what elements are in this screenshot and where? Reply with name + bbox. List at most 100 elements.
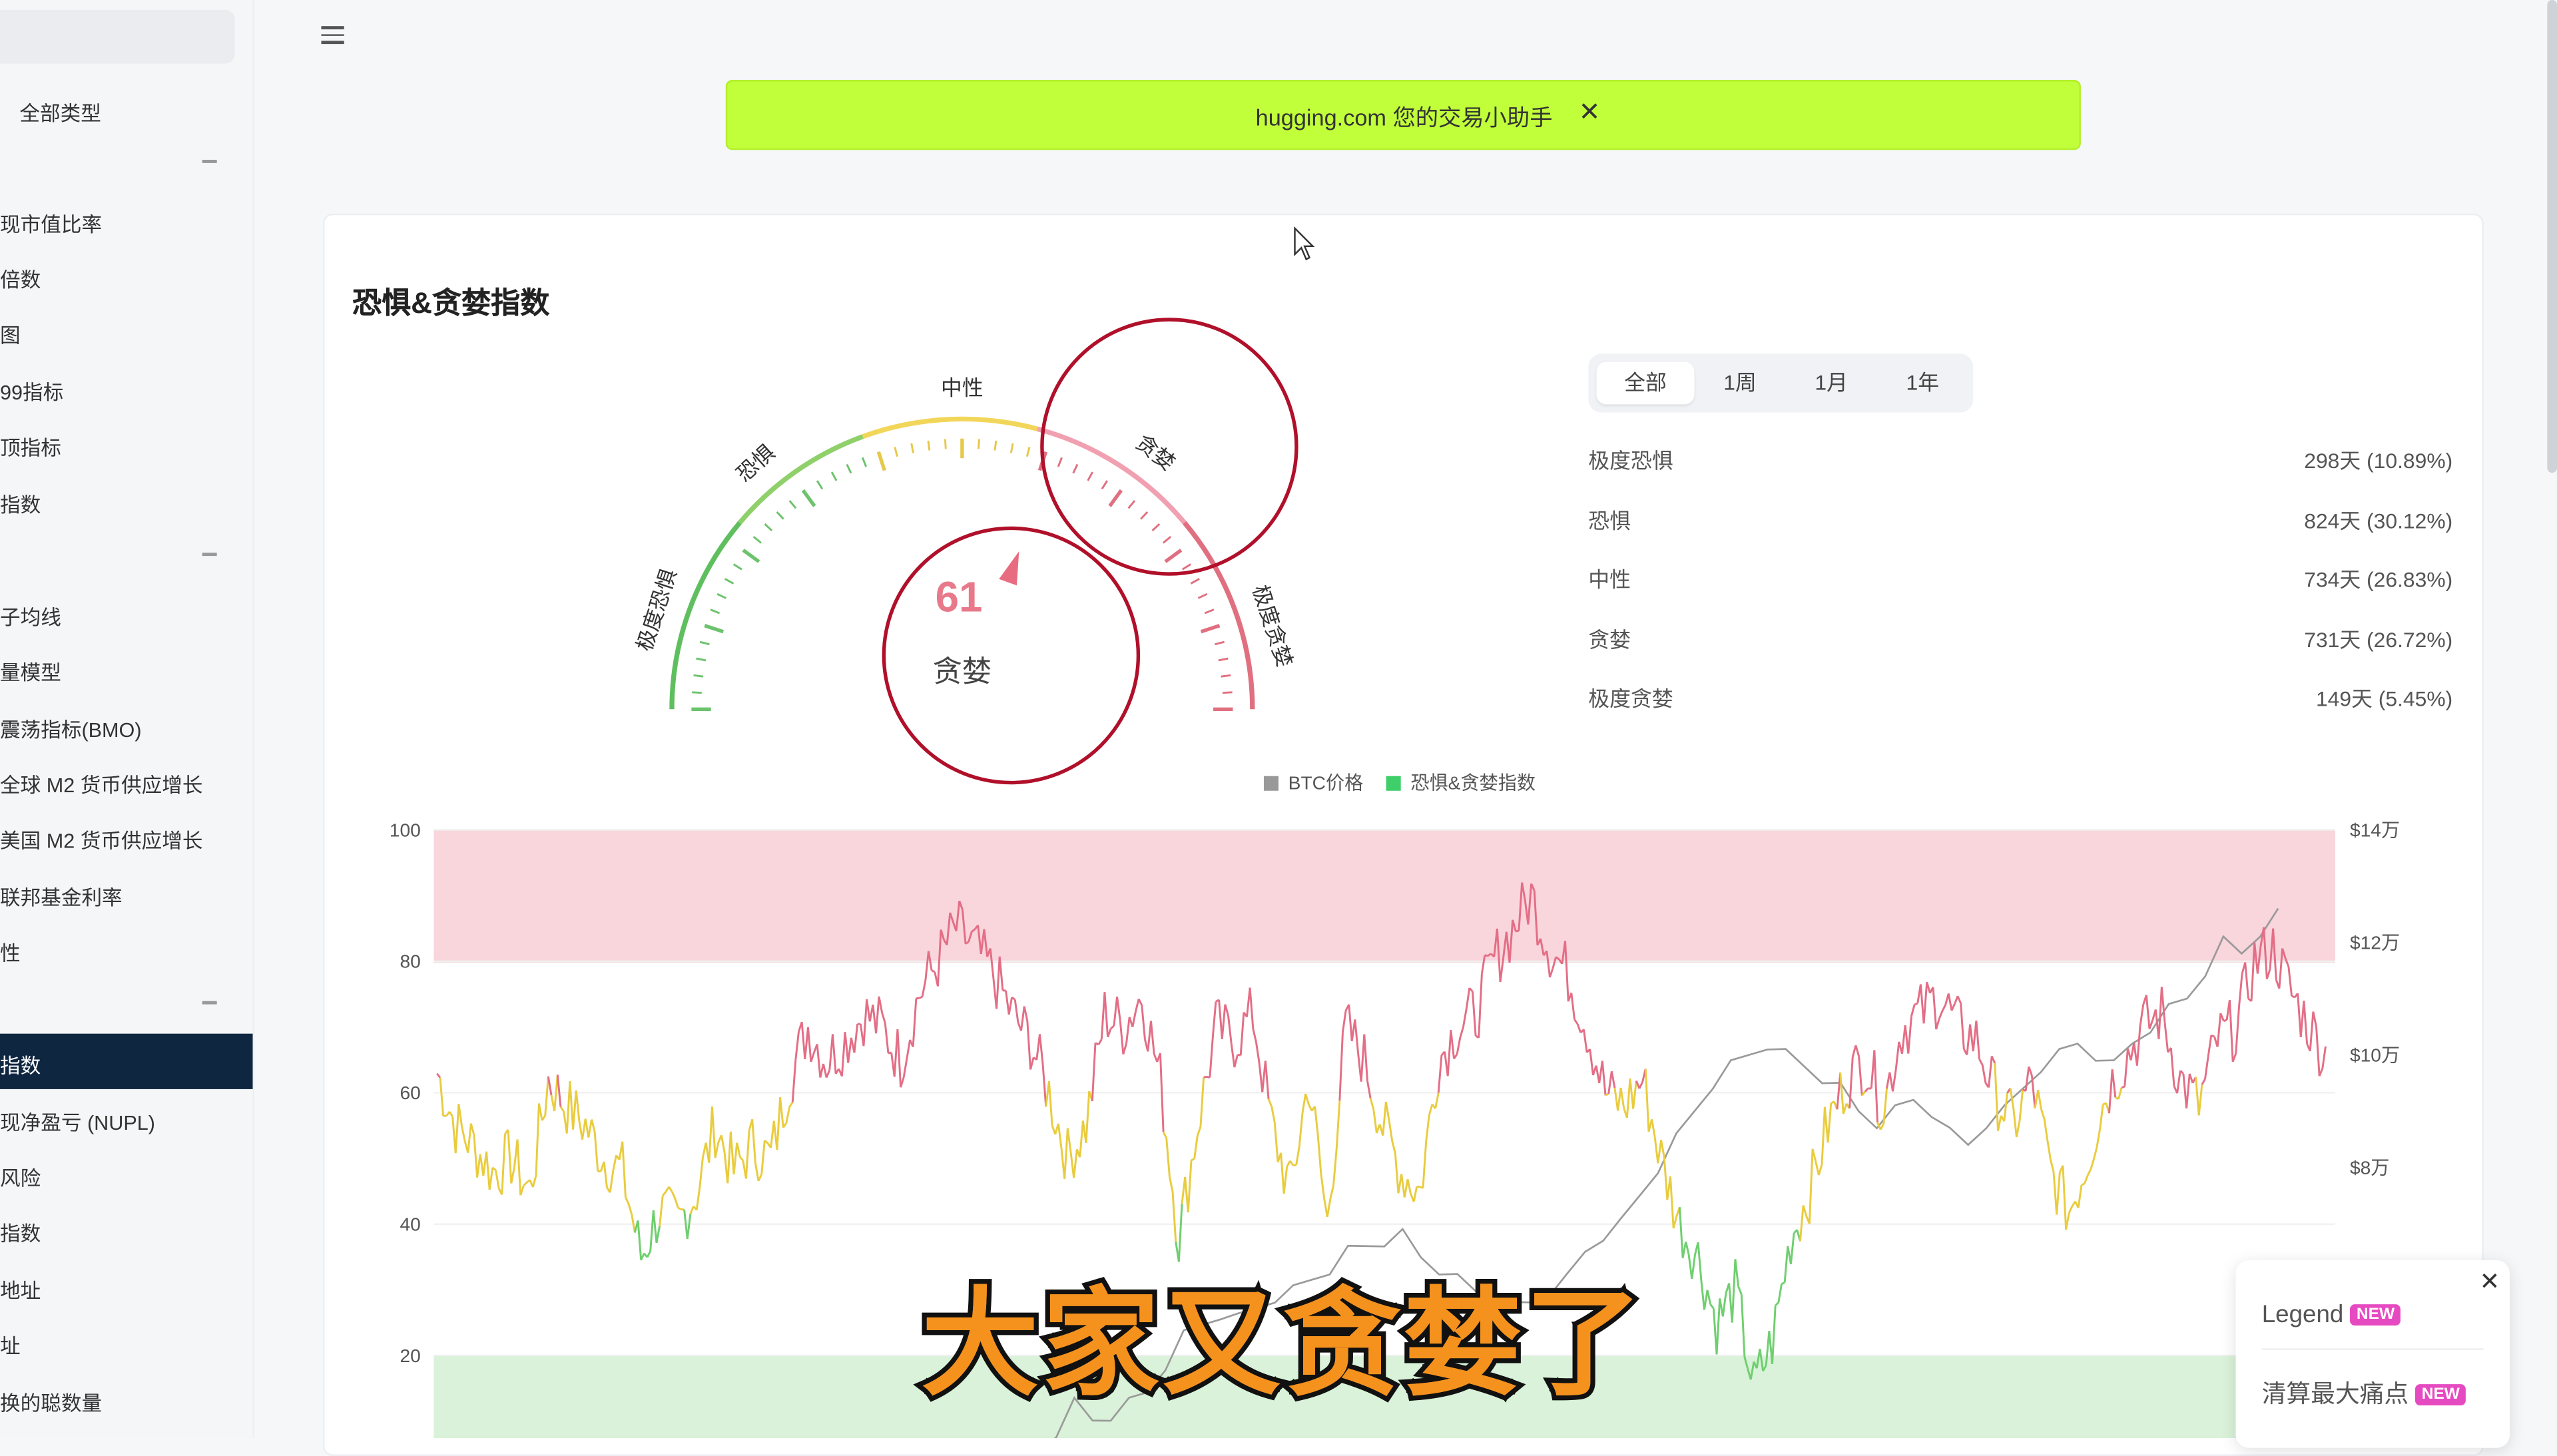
fear-greed-line-segment xyxy=(1074,1149,1077,1178)
sidebar-item[interactable]: 现市值比率 xyxy=(0,207,102,238)
sidebar: 全部类型现市值比率倍数图99指标顶指标指数子均线量模型震荡指标(BMO)全球 M… xyxy=(0,0,254,1438)
sidebar-item[interactable]: 图 xyxy=(0,318,21,350)
collapse-icon[interactable] xyxy=(202,1001,217,1004)
fear-greed-line-segment xyxy=(1364,1035,1368,1081)
collapse-icon[interactable] xyxy=(202,553,217,555)
liquidation-link[interactable]: 清算最大痛点NEW xyxy=(2262,1376,2466,1410)
fear-greed-line-segment xyxy=(487,1152,490,1190)
sidebar-item[interactable]: 顶指标 xyxy=(0,431,61,462)
stat-label: 中性 xyxy=(1588,563,1631,594)
fear-greed-line-segment xyxy=(1550,969,1553,977)
sidebar-search-input[interactable] xyxy=(0,10,235,64)
sidebar-item[interactable]: 指数 xyxy=(0,1216,41,1248)
fear-greed-line-segment xyxy=(663,1192,666,1196)
fear-greed-line-segment xyxy=(1859,1057,1862,1096)
fear-greed-line-segment xyxy=(1296,1146,1300,1165)
fear-greed-line-segment xyxy=(1133,1011,1136,1027)
gauge-tick xyxy=(945,439,946,449)
fear-greed-line-segment xyxy=(1980,1059,1983,1065)
sidebar-item[interactable]: 现净盈亏 (NUPL) xyxy=(0,1105,155,1136)
fear-greed-line-segment xyxy=(1142,1005,1145,1039)
fear-greed-line-segment xyxy=(1250,988,1253,1029)
sidebar-item[interactable]: 联邦基金利率 xyxy=(0,880,123,911)
menu-icon[interactable] xyxy=(321,26,344,43)
tab-1month[interactable]: 1月 xyxy=(1787,362,1875,405)
legend-close-button[interactable]: ✕ xyxy=(2479,1267,2500,1296)
fear-greed-line-segment xyxy=(1574,1019,1577,1024)
fear-greed-line-segment xyxy=(1290,1161,1293,1166)
fear-greed-line-segment xyxy=(2211,1035,2215,1037)
fear-greed-line-segment xyxy=(700,1157,703,1187)
fear-greed-line-segment xyxy=(2125,1049,2128,1087)
fear-greed-line-segment xyxy=(1318,1136,1321,1174)
fear-greed-line-segment xyxy=(2161,987,2165,1023)
sidebar-item[interactable]: 址 xyxy=(0,1329,21,1360)
fear-greed-line-segment xyxy=(610,1171,613,1193)
gauge-tick xyxy=(725,579,734,583)
fear-greed-line-segment xyxy=(1241,1013,1244,1056)
legend-item[interactable]: 恐惧&贪婪指数 xyxy=(1410,772,1536,793)
sidebar-item[interactable]: 指数 xyxy=(0,487,41,519)
fear-greed-line-segment xyxy=(1135,999,1139,1011)
fear-greed-line-segment xyxy=(796,1031,799,1059)
fear-greed-line-segment xyxy=(1609,1071,1612,1094)
fear-greed-line-segment xyxy=(687,1214,691,1239)
sidebar-item[interactable]: 震荡指标(BMO) xyxy=(0,712,142,744)
tab-1year[interactable]: 1年 xyxy=(1878,362,1966,405)
sidebar-item[interactable]: 全球 M2 货币供应增长 xyxy=(0,768,202,799)
sidebar-item[interactable]: 美国 M2 货币供应增长 xyxy=(0,824,202,855)
fear-greed-line-segment xyxy=(1739,1286,1742,1294)
fear-greed-line-segment xyxy=(1989,1056,1992,1087)
y2-tick-label: $10万 xyxy=(2350,1045,2400,1065)
sidebar-item[interactable]: 99指标 xyxy=(0,375,63,406)
sidebar-item[interactable]: 性 xyxy=(0,936,21,967)
legend-link[interactable]: LegendNEW xyxy=(2262,1301,2401,1329)
sidebar-item[interactable]: 换的聪数量 xyxy=(0,1386,102,1417)
fear-greed-line-segment xyxy=(2313,1012,2317,1027)
sidebar-item[interactable]: 子均线 xyxy=(0,600,61,631)
sidebar-item[interactable]: 全部类型 xyxy=(19,96,101,127)
sidebar-item[interactable]: 风险 xyxy=(0,1161,41,1192)
fear-greed-line-segment xyxy=(1043,1065,1046,1106)
gauge-zone-label: 中性 xyxy=(941,376,984,400)
legend-panel: ✕ LegendNEW 清算最大痛点NEW xyxy=(2236,1260,2510,1448)
fear-greed-line-segment xyxy=(1015,999,1018,1022)
fear-greed-line-segment xyxy=(1856,1045,1859,1056)
fear-greed-line-segment xyxy=(1958,996,1961,1003)
fear-greed-line-segment xyxy=(1117,997,1121,1021)
gauge-tick xyxy=(912,443,914,453)
new-badge: NEW xyxy=(2350,1304,2401,1326)
fear-greed-line-segment xyxy=(2323,1047,2326,1069)
fear-greed-line-segment xyxy=(1229,1016,1232,1044)
gauge-tick xyxy=(1141,512,1147,519)
y-tick-label: 40 xyxy=(400,1214,421,1234)
legend-item[interactable]: BTC价格 xyxy=(1288,772,1364,793)
fear-greed-line-segment xyxy=(802,1022,805,1059)
card-title: 恐惧&贪婪指数 xyxy=(352,280,549,323)
fear-greed-line-segment xyxy=(1924,982,1927,1023)
fear-greed-line-segment xyxy=(1392,1141,1396,1154)
tab-1week[interactable]: 1周 xyxy=(1696,362,1784,405)
fear-greed-line-segment xyxy=(1021,1007,1025,1031)
fear-greed-line-segment xyxy=(459,1104,462,1126)
sidebar-item[interactable]: 量模型 xyxy=(0,655,61,686)
fear-greed-line-segment xyxy=(777,1097,780,1150)
tab-all[interactable]: 全部 xyxy=(1597,362,1695,405)
fear-greed-line-segment xyxy=(1009,997,1011,1015)
fear-greed-line-segment xyxy=(1169,1176,1173,1192)
fear-greed-line-segment xyxy=(1779,1284,1782,1303)
collapse-icon[interactable] xyxy=(202,160,217,162)
fear-greed-line-segment xyxy=(2202,1079,2205,1085)
fear-greed-line-segment xyxy=(1785,1246,1788,1283)
sidebar-item[interactable]: 地址 xyxy=(0,1274,41,1305)
gauge-value-label: 贪婪 xyxy=(933,656,992,688)
fear-greed-line-segment xyxy=(2298,993,2301,1037)
fear-greed-line-segment xyxy=(721,1135,724,1152)
scrollbar[interactable] xyxy=(2547,0,2557,473)
fear-greed-line-segment xyxy=(2196,1077,2199,1116)
fear-greed-line-segment xyxy=(1120,1021,1123,1055)
fear-greed-line-segment xyxy=(2041,1109,2044,1118)
sidebar-item-active[interactable]: 指数 xyxy=(0,1034,253,1089)
sidebar-item[interactable]: 倍数 xyxy=(0,262,41,294)
banner-close-button[interactable]: ✕ xyxy=(1579,96,1601,128)
